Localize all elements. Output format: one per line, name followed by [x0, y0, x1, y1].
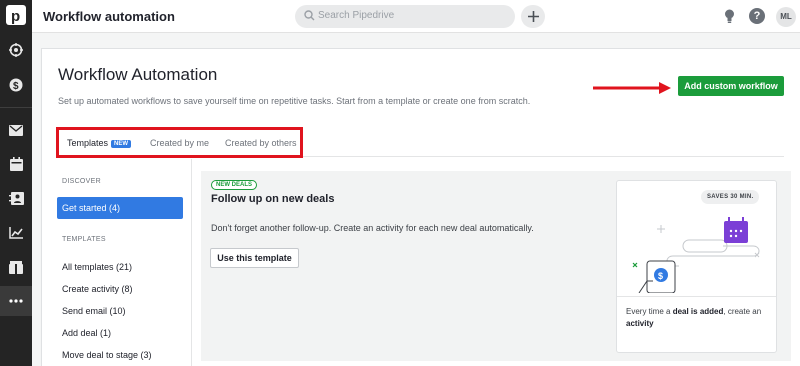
search-input[interactable]: Search Pipedrive — [295, 5, 515, 28]
sidebar-item-send-email[interactable]: Send email (10) — [62, 306, 126, 316]
pipedrive-logo-icon[interactable]: p — [6, 5, 26, 25]
sidebar-item-add-deal[interactable]: Add deal (1) — [62, 328, 111, 338]
avatar[interactable]: ML — [776, 7, 796, 27]
sidebar-item-get-started[interactable]: Get started (4) — [57, 197, 183, 219]
contacts-icon[interactable] — [0, 183, 32, 213]
insights-chart-icon[interactable] — [0, 218, 32, 248]
templates-heading: TEMPLATES — [62, 236, 106, 243]
nav-rail: p $ — [0, 0, 32, 366]
template-title: Follow up on new deals — [211, 193, 335, 205]
sidebar-item-move-deal-to-stage[interactable]: Move deal to stage (3) — [62, 350, 152, 360]
page-title: Workflow Automation — [58, 65, 218, 84]
mail-icon[interactable] — [0, 115, 32, 145]
new-deals-tag: NEW DEALS — [211, 180, 257, 190]
sidebar-item-all-templates[interactable]: All templates (21) — [62, 262, 132, 272]
svg-text:$: $ — [658, 271, 663, 281]
template-description: Don't forget another follow-up. Create a… — [211, 223, 534, 233]
top-bar: Workflow automation Search Pipedrive ? M… — [32, 0, 800, 33]
workflow-illustration-icon: $ — [632, 217, 760, 293]
sidebar-item-create-activity[interactable]: Create activity (8) — [62, 284, 133, 294]
tabs-annotation-box — [56, 127, 303, 158]
leads-target-icon[interactable] — [0, 35, 32, 65]
search-icon — [304, 10, 315, 21]
plus-icon — [527, 11, 539, 22]
preview-divider — [617, 296, 776, 297]
search-placeholder: Search Pipedrive — [318, 10, 395, 21]
page-subtitle: Set up automated workflows to save yours… — [58, 96, 531, 106]
svg-text:p: p — [11, 8, 20, 25]
discover-heading: DISCOVER — [62, 178, 101, 185]
deals-dollar-icon[interactable]: $ — [0, 70, 32, 100]
rail-divider — [0, 107, 32, 108]
template-panel: NEW DEALS Follow up on new deals Don't f… — [201, 171, 791, 361]
svg-text:$: $ — [13, 81, 19, 92]
template-preview-card: SAVES 30 MIN. $ Every time a deal is add… — [616, 180, 777, 353]
calendar-icon[interactable] — [0, 149, 32, 179]
more-dots-icon[interactable] — [0, 286, 32, 316]
help-icon[interactable]: ? — [749, 8, 765, 24]
annotation-arrow-icon — [593, 82, 671, 94]
workflow-caption: Every time a deal is added, create an ac… — [626, 307, 762, 328]
use-template-button[interactable]: Use this template — [210, 248, 299, 268]
app-title: Workflow automation — [43, 9, 175, 24]
products-box-icon[interactable] — [0, 252, 32, 282]
quick-add-button[interactable] — [521, 5, 545, 28]
template-sidebar: DISCOVER TEMPLATES All templates (21) Cr… — [42, 159, 192, 366]
add-custom-workflow-button[interactable]: Add custom workflow — [678, 76, 784, 96]
lightbulb-icon[interactable] — [724, 9, 735, 23]
